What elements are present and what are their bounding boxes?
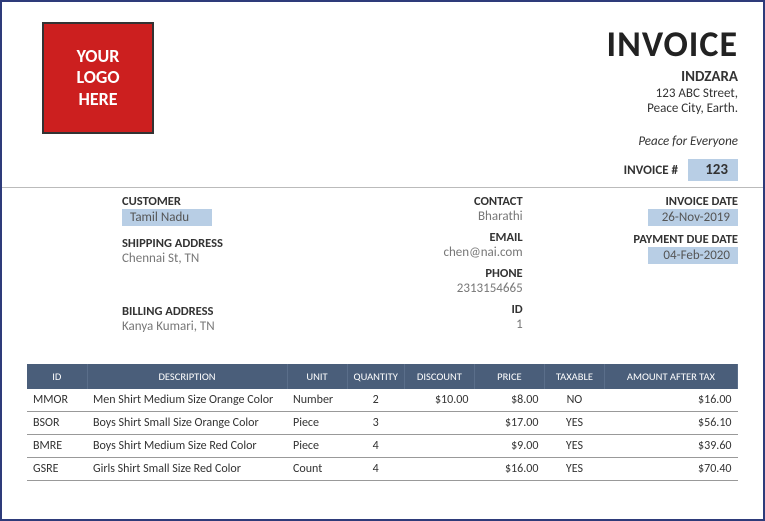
cell-disc: [404, 435, 474, 458]
cell-tax: YES: [544, 412, 604, 435]
address-line-1: 123 ABC Street,: [607, 86, 738, 101]
cell-id: MMOR: [27, 389, 87, 412]
cell-qty: 4: [347, 435, 404, 458]
email-value: chen@nai.com: [337, 245, 522, 260]
invoice-number-value: 123: [688, 159, 738, 181]
due-date-label: PAYMENT DUE DATE: [553, 232, 738, 247]
billing-label: BILLING ADDRESS: [122, 304, 307, 319]
col-id: ID: [27, 364, 87, 389]
logo-text-2: LOGO: [76, 67, 119, 89]
phone-label: PHONE: [337, 266, 522, 281]
logo-text-3: HERE: [78, 89, 117, 111]
invoice-title: INVOICE: [607, 22, 738, 66]
contact-label: CONTACT: [337, 194, 522, 209]
address-line-2: Peace City, Earth.: [607, 101, 738, 116]
due-date-value: 04-Feb-2020: [553, 247, 738, 264]
table-row: MMORMen Shirt Medium Size Orange ColorNu…: [27, 389, 738, 412]
header-right: INVOICE INDZARA 123 ABC Street, Peace Ci…: [607, 22, 738, 149]
cell-tax: NO: [544, 389, 604, 412]
shipping-label: SHIPPING ADDRESS: [122, 236, 307, 251]
cell-qty: 2: [347, 389, 404, 412]
col-desc: DESCRIPTION: [87, 364, 287, 389]
cell-id: BSOR: [27, 412, 87, 435]
table-row: GSREGirls Shirt Small Size Red ColorCoun…: [27, 458, 738, 481]
cell-qty: 4: [347, 458, 404, 481]
invoice-number-label: INVOICE #: [624, 163, 678, 178]
cell-unit: Piece: [287, 412, 347, 435]
cell-price: $17.00: [474, 412, 544, 435]
id-value: 1: [337, 317, 522, 332]
col-qty: QUANTITY: [347, 364, 404, 389]
cell-unit: Number: [287, 389, 347, 412]
cell-tax: YES: [544, 435, 604, 458]
cell-unit: Count: [287, 458, 347, 481]
table-row: BSORBoys Shirt Small Size Orange ColorPi…: [27, 412, 738, 435]
email-label: EMAIL: [337, 230, 522, 245]
cell-disc: [404, 458, 474, 481]
cell-unit: Piece: [287, 435, 347, 458]
billing-value: Kanya Kumari, TN: [122, 319, 307, 334]
invoice-date-value: 26-Nov-2019: [553, 209, 738, 226]
col-tax: TAXABLE: [544, 364, 604, 389]
cell-desc: Boys Shirt Small Size Orange Color: [87, 412, 287, 435]
invoice-header: YOUR LOGO HERE INVOICE INDZARA 123 ABC S…: [2, 2, 763, 159]
info-section: CUSTOMER Tamil Nadu SHIPPING ADDRESS Che…: [2, 188, 763, 354]
cell-id: GSRE: [27, 458, 87, 481]
cell-desc: Men Shirt Medium Size Orange Color: [87, 389, 287, 412]
col-price: PRICE: [474, 364, 544, 389]
tagline: Peace for Everyone: [607, 134, 738, 149]
customer-label: CUSTOMER: [122, 194, 307, 209]
col-disc: DISCOUNT: [404, 364, 474, 389]
logo-placeholder: YOUR LOGO HERE: [42, 22, 154, 134]
cell-amt: $39.60: [604, 435, 737, 458]
logo-text-1: YOUR: [77, 46, 120, 68]
customer-column: CUSTOMER Tamil Nadu SHIPPING ADDRESS Che…: [122, 194, 307, 344]
cell-desc: Boys Shirt Medium Size Red Color: [87, 435, 287, 458]
customer-value: Tamil Nadu: [122, 209, 307, 226]
cell-amt: $56.10: [604, 412, 737, 435]
id-label: ID: [337, 302, 522, 317]
cell-amt: $70.40: [604, 458, 737, 481]
cell-price: $9.00: [474, 435, 544, 458]
table-header-row: ID DESCRIPTION UNIT QUANTITY DISCOUNT PR…: [27, 364, 738, 389]
invoice-number-row: INVOICE # 123: [2, 159, 763, 188]
cell-price: $8.00: [474, 389, 544, 412]
company-name: INDZARA: [607, 68, 738, 86]
cell-tax: YES: [544, 458, 604, 481]
cell-desc: Girls Shirt Small Size Red Color: [87, 458, 287, 481]
col-unit: UNIT: [287, 364, 347, 389]
phone-value: 2313154665: [337, 281, 522, 296]
shipping-value: Chennai St, TN: [122, 251, 307, 266]
cell-disc: [404, 412, 474, 435]
cell-disc: $10.00: [404, 389, 474, 412]
cell-id: BMRE: [27, 435, 87, 458]
cell-qty: 3: [347, 412, 404, 435]
cell-price: $16.00: [474, 458, 544, 481]
invoice-date-label: INVOICE DATE: [553, 194, 738, 209]
col-amt: AMOUNT AFTER TAX: [604, 364, 737, 389]
cell-amt: $16.00: [604, 389, 737, 412]
line-items-table: ID DESCRIPTION UNIT QUANTITY DISCOUNT PR…: [27, 364, 738, 481]
contact-column: CONTACT Bharathi EMAIL chen@nai.com PHON…: [337, 194, 522, 344]
dates-column: INVOICE DATE 26-Nov-2019 PAYMENT DUE DAT…: [553, 194, 738, 344]
table-row: BMREBoys Shirt Medium Size Red ColorPiec…: [27, 435, 738, 458]
contact-value: Bharathi: [337, 209, 522, 224]
